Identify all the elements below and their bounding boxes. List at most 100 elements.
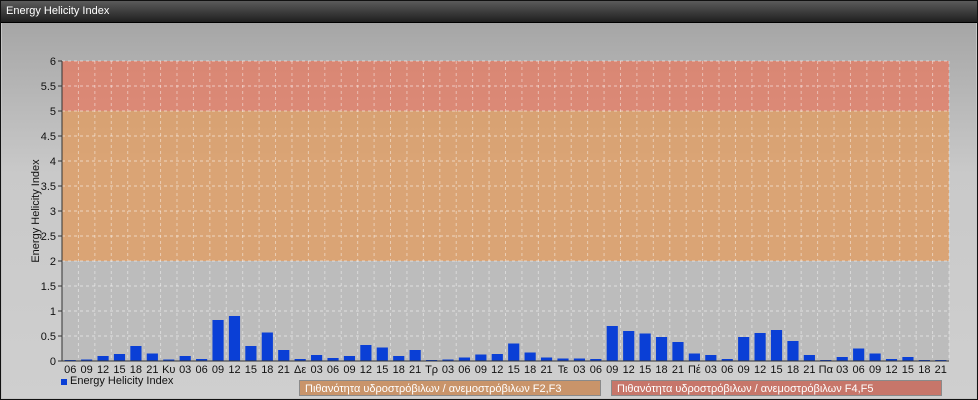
bar (688, 353, 700, 361)
x-tick-label: 03 (573, 364, 585, 376)
bar (803, 355, 815, 361)
bar (540, 357, 553, 361)
y-axis-label: Energy Helicity Index (30, 159, 42, 263)
x-tick-label: 18 (393, 364, 405, 376)
x-tick-label: 09 (475, 364, 487, 376)
x-tick-label: Πα (819, 364, 834, 376)
x-tick-label: Δε (294, 364, 306, 376)
chart-window: Energy Helicity Index 0 0.5 1 1.5 2 2.5 3 3.5 4 4… (0, 0, 978, 400)
bar (113, 354, 126, 361)
y-tick-label: 1.5 (41, 281, 56, 293)
y-tick-label: 5.5 (41, 81, 56, 93)
y-tick-label: 2 (50, 256, 56, 268)
x-tick-label: 12 (228, 364, 240, 376)
bar (146, 353, 158, 361)
x-tick-label: 12 (754, 364, 766, 376)
x-tick-label: 03 (310, 364, 322, 376)
y-tick-label: 4 (50, 156, 56, 168)
x-tick-label: 12 (885, 364, 897, 376)
bar (902, 357, 914, 361)
bar (393, 356, 405, 361)
bar (655, 337, 668, 361)
x-tick-label: 21 (278, 364, 290, 376)
bar (770, 330, 783, 361)
x-tick-label: 03 (705, 364, 717, 376)
x-tick-label: 06 (590, 364, 602, 376)
x-tick-label: 21 (540, 364, 552, 376)
bar (705, 355, 717, 361)
x-tick-label: 06 (721, 364, 733, 376)
y-tick-label: 1 (50, 306, 56, 318)
bar (261, 332, 273, 361)
bar (130, 346, 142, 361)
bar (672, 342, 684, 361)
y-tick-labels: 0 0.5 1 1.5 2 2.5 3 3.5 4 4.5 5 5.5 6 (41, 56, 62, 368)
bar (475, 354, 487, 361)
x-tick-label: 03 (442, 364, 454, 376)
bar (623, 331, 635, 361)
x-tick-label: 09 (343, 364, 355, 376)
x-tick-label: 06 (195, 364, 207, 376)
bar (458, 357, 471, 361)
legend-series-label: Energy Helicity Index (70, 375, 174, 387)
bar (836, 357, 848, 361)
bar (245, 346, 257, 361)
x-tick-label: 09 (606, 364, 618, 376)
x-tick-label: 06 (327, 364, 339, 376)
bar (491, 354, 503, 361)
x-tick-label: 09 (738, 364, 750, 376)
x-tick-label: 18 (787, 364, 799, 376)
x-tick-label: 15 (376, 364, 388, 376)
x-tick-labels: 06 09 12 15 18 21 Κυ 03 06 09 12 15 18 21 Δε 03 06 09 12 15… (64, 364, 947, 376)
bar (787, 341, 799, 361)
bar (606, 326, 618, 361)
y-tick-label: 6 (50, 56, 56, 68)
x-tick-label: 15 (245, 364, 257, 376)
bar (639, 333, 651, 361)
x-tick-label: Τε (558, 364, 569, 376)
x-tick-label: 18 (655, 364, 667, 376)
legend-band-f4f5: Πιθανότητα υδροστρόβιλων / ανεμοστρόβιλω… (611, 380, 942, 396)
x-tick-label: 06 (853, 364, 865, 376)
x-tick-label: 15 (639, 364, 651, 376)
bar (228, 316, 241, 361)
y-tick-label: 3.5 (41, 181, 56, 193)
x-tick-label: Πέ (688, 364, 701, 376)
y-tick-label: 0.5 (41, 331, 56, 343)
x-tick-label: 09 (212, 364, 224, 376)
x-tick-label: 12 (623, 364, 635, 376)
x-tick-label: 09 (869, 364, 881, 376)
x-tick-label: 12 (360, 364, 372, 376)
chart-svg: 00.511.522.533.544.555.56 06 09 12 15 18 21 Κυ… (30, 56, 950, 376)
x-tick-label: 21 (672, 364, 684, 376)
x-tick-label: 12 (491, 364, 503, 376)
bar (853, 348, 865, 361)
x-tick-label: 18 (261, 364, 273, 376)
x-tick-label: 21 (409, 364, 421, 376)
bar (179, 356, 191, 361)
y-tick-label: 5 (50, 106, 56, 118)
x-tick-label: 15 (770, 364, 782, 376)
bar (508, 343, 520, 361)
x-tick-label: 15 (902, 364, 914, 376)
x-tick-label: 21 (935, 364, 947, 376)
bar (343, 356, 356, 361)
bar (360, 345, 372, 361)
x-tick-label: Τρ (425, 364, 438, 376)
bar (311, 355, 323, 361)
x-tick-label: 18 (918, 364, 930, 376)
y-tick-label: 2.5 (41, 231, 56, 243)
bar (97, 356, 109, 361)
bar (869, 353, 881, 361)
x-tick-label: 03 (836, 364, 848, 376)
bar (738, 337, 750, 361)
x-tick-label: 03 (179, 364, 191, 376)
y-tick-label: 3 (50, 206, 56, 218)
bar (376, 347, 388, 361)
bar (212, 320, 224, 361)
bar (278, 350, 290, 361)
bar (754, 333, 766, 361)
legend-band-f2f3: Πιθανότητα υδροστρόβιλων / ανεμοστρόβιλω… (299, 380, 601, 396)
bar (409, 350, 421, 361)
x-tick-label: 18 (524, 364, 536, 376)
